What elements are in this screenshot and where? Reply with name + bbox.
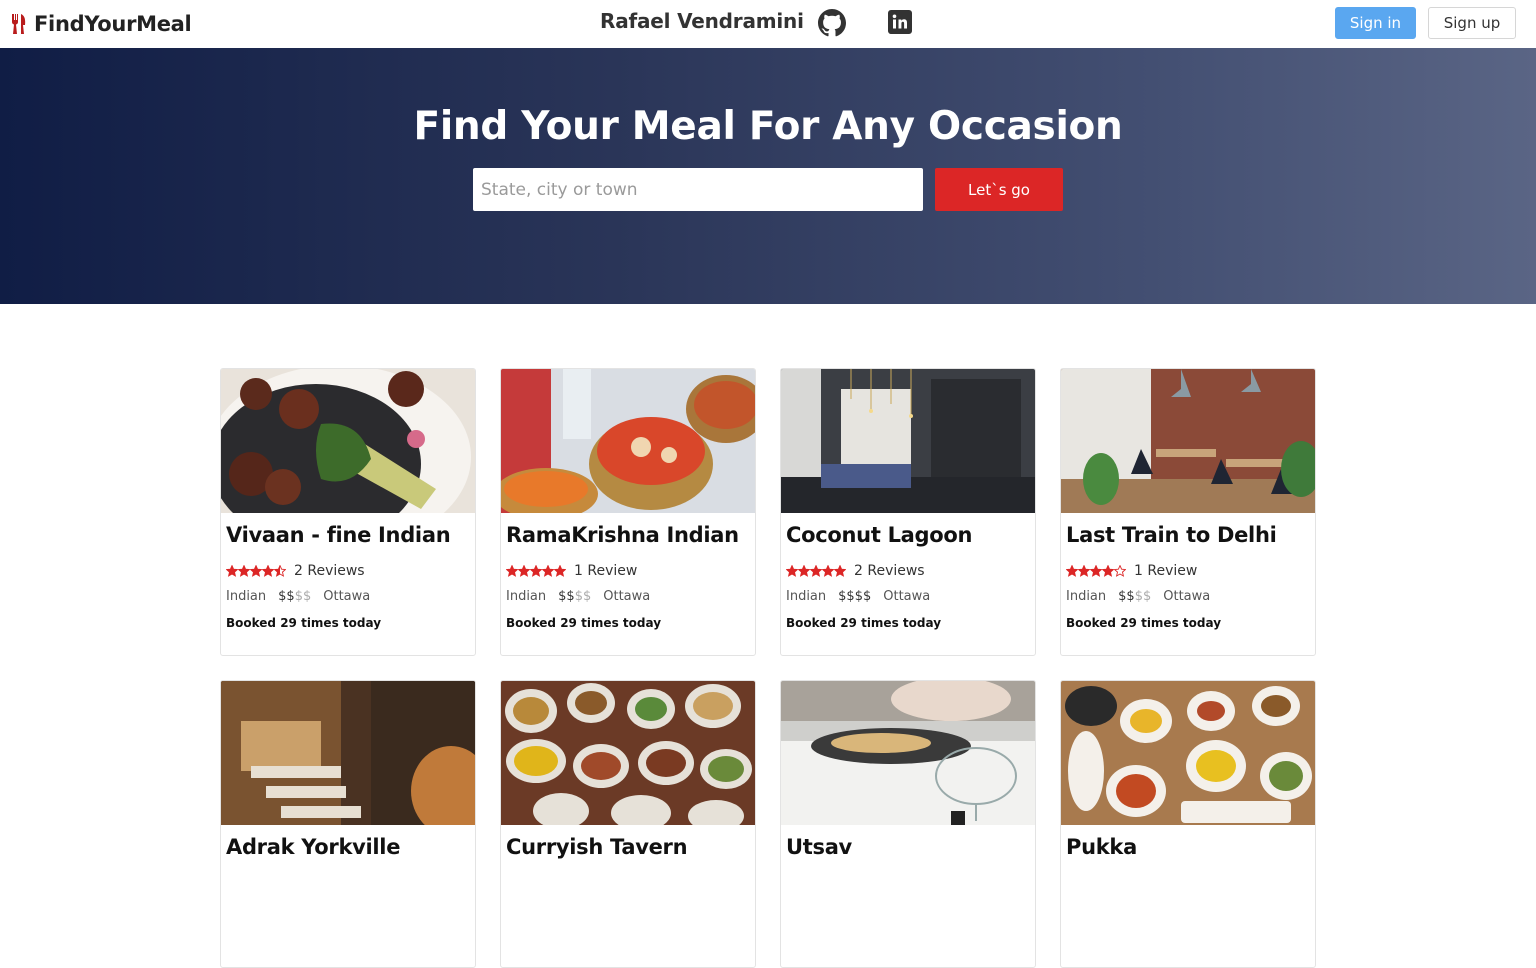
star-full-icon [250,565,262,577]
restaurant-card[interactable]: Coconut Lagoon 2 Reviews Indian $$$$ Ott… [780,368,1036,656]
star-full-icon [822,565,834,577]
star-full-icon [1078,565,1090,577]
booking-count: Booked 29 times today [506,616,662,630]
restaurant-card[interactable]: Vivaan - fine Indian 2 Reviews Indian $$… [220,368,476,656]
restaurant-meta: Indian $$$$ Ottawa [226,589,382,604]
star-full-icon [554,565,566,577]
restaurant-name: Vivaan - fine Indian [226,523,451,547]
star-full-icon [226,565,238,577]
sign-up-button[interactable]: Sign up [1428,7,1516,39]
review-count: 2 Reviews [294,563,365,579]
review-count: 2 Reviews [854,563,925,579]
rating-row: 2 Reviews [226,562,365,580]
cuisine-label: Indian [1066,589,1107,604]
cuisine-label: Indian [786,589,827,604]
sign-in-button[interactable]: Sign in [1335,7,1416,39]
restaurant-meta: Indian $$$$ Ottawa [1066,589,1222,604]
fork-knife-icon [12,14,26,34]
star-full-icon [798,565,810,577]
restaurant-meta: Indian $$$$ Ottawa [786,589,942,604]
navbar: FindYourMeal Rafael Vendramini Sign in S… [0,0,1536,48]
restaurant-card[interactable]: RamaKrishna Indian 1 Review Indian $$$$ … [500,368,756,656]
booking-count: Booked 29 times today [786,616,942,630]
location-search-input[interactable] [473,168,923,211]
restaurant-name: Adrak Yorkville [226,835,401,859]
star-full-icon [810,565,822,577]
booking-count: Booked 29 times today [1066,616,1222,630]
star-full-icon [1066,565,1078,577]
cuisine-label: Indian [226,589,267,604]
review-count: 1 Review [574,563,638,579]
restaurant-photo [501,681,755,825]
star-rating [1066,565,1126,577]
restaurant-card[interactable]: Adrak Yorkville [220,680,476,968]
city-label: Ottawa [603,589,651,604]
review-count: 1 Review [1134,563,1198,579]
cuisine-label: Indian [506,589,547,604]
restaurant-card[interactable]: Pukka [1060,680,1316,968]
linkedin-link[interactable] [888,10,912,34]
restaurant-name: Pukka [1066,835,1137,859]
restaurant-name: Last Train to Delhi [1066,523,1277,547]
github-icon [818,9,846,37]
star-full-icon [834,565,846,577]
rating-row: 2 Reviews [786,562,925,580]
restaurant-photo [221,369,475,513]
star-full-icon [530,565,542,577]
city-label: Ottawa [1163,589,1211,604]
star-full-icon [506,565,518,577]
booking-count: Booked 29 times today [226,616,382,630]
city-label: Ottawa [323,589,371,604]
star-full-icon [1090,565,1102,577]
restaurant-name: Coconut Lagoon [786,523,973,547]
star-full-icon [238,565,250,577]
restaurant-photo [781,369,1035,513]
restaurant-card[interactable]: Curryish Tavern [500,680,756,968]
star-full-icon [786,565,798,577]
star-full-icon [262,565,274,577]
restaurant-meta: Indian $$$$ Ottawa [506,589,662,604]
star-empty-icon [1114,565,1126,577]
star-half-icon [274,565,286,577]
star-rating [506,565,566,577]
restaurant-photo [1061,681,1315,825]
rating-row: 1 Review [1066,562,1197,580]
rating-row: 1 Review [506,562,637,580]
restaurant-photo [501,369,755,513]
price-level: $$$$ [1118,589,1152,604]
restaurant-name: Curryish Tavern [506,835,688,859]
restaurant-card[interactable]: Utsav [780,680,1036,968]
city-label: Ottawa [883,589,931,604]
price-level: $$$$ [278,589,312,604]
star-full-icon [1102,565,1114,577]
restaurant-name: Utsav [786,835,852,859]
restaurant-name: RamaKrishna Indian [506,523,739,547]
star-rating [226,565,286,577]
author-name: Rafael Vendramini [600,9,804,33]
hero-banner: Find Your Meal For Any Occasion Let`s go [0,48,1536,304]
star-full-icon [518,565,530,577]
lets-go-button[interactable]: Let`s go [935,168,1063,211]
brand-name: FindYourMeal [34,12,192,36]
restaurant-photo [781,681,1035,825]
restaurant-photo [221,681,475,825]
hero-title: Find Your Meal For Any Occasion [413,104,1123,149]
price-level: $$$$ [558,589,592,604]
restaurant-card[interactable]: Last Train to Delhi 1 Review Indian $$$$… [1060,368,1316,656]
linkedin-icon [888,10,912,34]
price-level: $$$$ [838,589,872,604]
github-link[interactable] [818,9,846,37]
restaurant-photo [1061,369,1315,513]
star-full-icon [542,565,554,577]
brand-logo-link[interactable]: FindYourMeal [10,10,192,38]
star-rating [786,565,846,577]
